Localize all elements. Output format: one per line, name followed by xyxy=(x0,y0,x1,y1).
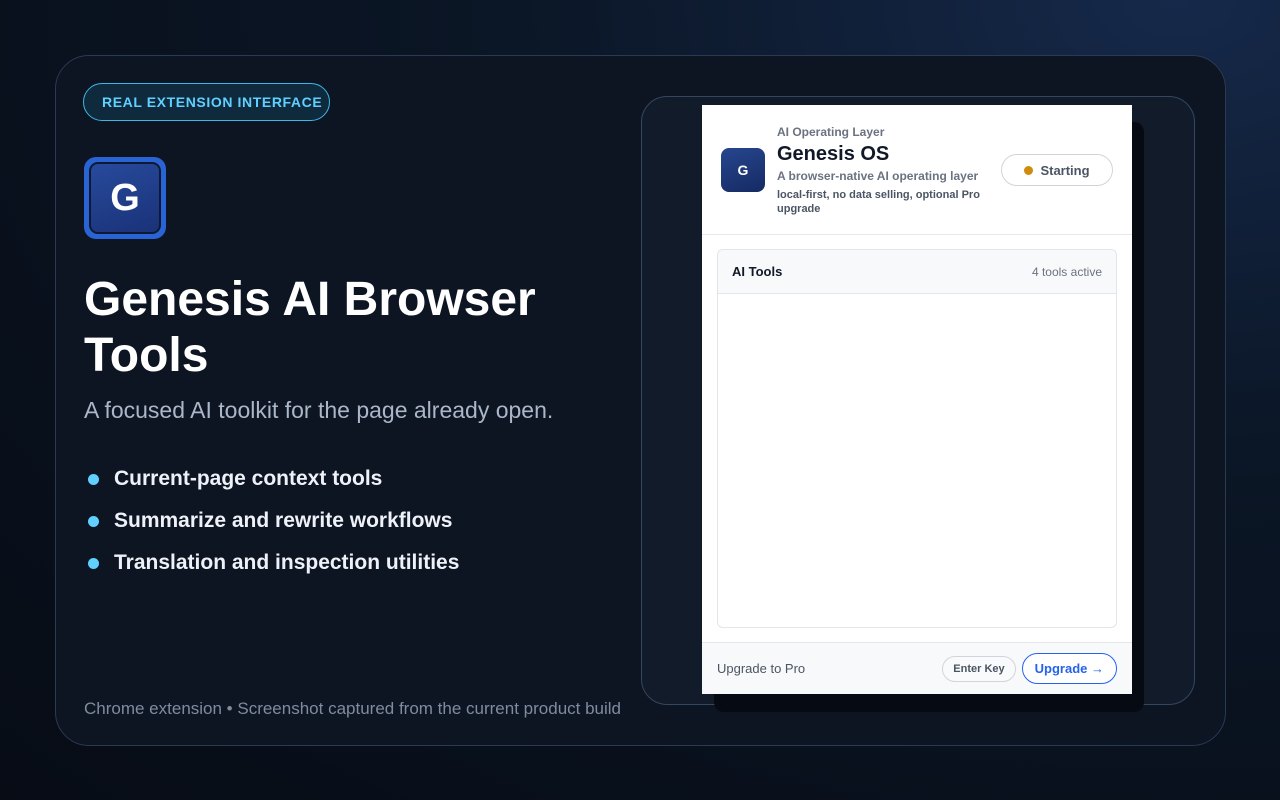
popup-footer: Upgrade to Pro Enter Key Upgrade → xyxy=(702,642,1132,694)
tools-list xyxy=(718,294,1116,627)
bullet-dot-icon xyxy=(88,515,99,527)
upgrade-button[interactable]: Upgrade → xyxy=(1021,653,1117,684)
app-title: Genesis OS xyxy=(777,143,890,165)
feature-label: Translation and inspection utilities xyxy=(114,551,460,574)
app-meta: local-first, no data selling, optional P… xyxy=(777,189,980,215)
interface-badge-label: REAL EXTENSION INTERFACE xyxy=(102,94,323,110)
bullet-dot-icon xyxy=(88,473,99,485)
tools-header: AI Tools 4 tools active xyxy=(718,250,1116,294)
page-title: Genesis AI Browser Tools xyxy=(84,273,536,382)
feature-label: Current-page context tools xyxy=(114,467,383,490)
interface-badge: REAL EXTENSION INTERFACE xyxy=(83,83,331,121)
genesis-logo: G xyxy=(84,157,166,239)
feature-item: Translation and inspection utilities xyxy=(88,542,459,584)
app-icon: G xyxy=(721,148,765,192)
status-label: Starting xyxy=(1040,162,1090,178)
bullet-dot-icon xyxy=(88,557,99,569)
upgrade-text: Upgrade to Pro xyxy=(717,661,806,676)
eyebrow-label: AI Operating Layer xyxy=(777,125,885,139)
popup-header: G AI Operating Layer Genesis OS A browse… xyxy=(702,105,1132,235)
status-dot-icon xyxy=(1024,165,1034,175)
genesis-logo-letter: G xyxy=(89,162,161,234)
page-subtitle: A focused AI toolkit for the page alread… xyxy=(84,397,554,423)
tools-count: 4 tools active xyxy=(1031,264,1102,279)
app-description: A browser-native AI operating layer xyxy=(777,169,979,183)
extension-popup: G AI Operating Layer Genesis OS A browse… xyxy=(702,105,1132,694)
status-badge: Starting xyxy=(1001,154,1113,186)
tools-title: AI Tools xyxy=(732,264,783,279)
feature-item: Summarize and rewrite workflows xyxy=(88,500,459,542)
enter-key-button[interactable]: Enter Key xyxy=(942,655,1016,682)
feature-list: Current-page context tools Summarize and… xyxy=(88,458,459,584)
tools-panel: AI Tools 4 tools active xyxy=(717,249,1117,628)
header-text: AI Operating Layer Genesis OS A browser-… xyxy=(777,125,992,216)
feature-item: Current-page context tools xyxy=(88,458,459,500)
footnote: Chrome extension • Screenshot captured f… xyxy=(84,699,622,718)
feature-label: Summarize and rewrite workflows xyxy=(114,509,453,532)
